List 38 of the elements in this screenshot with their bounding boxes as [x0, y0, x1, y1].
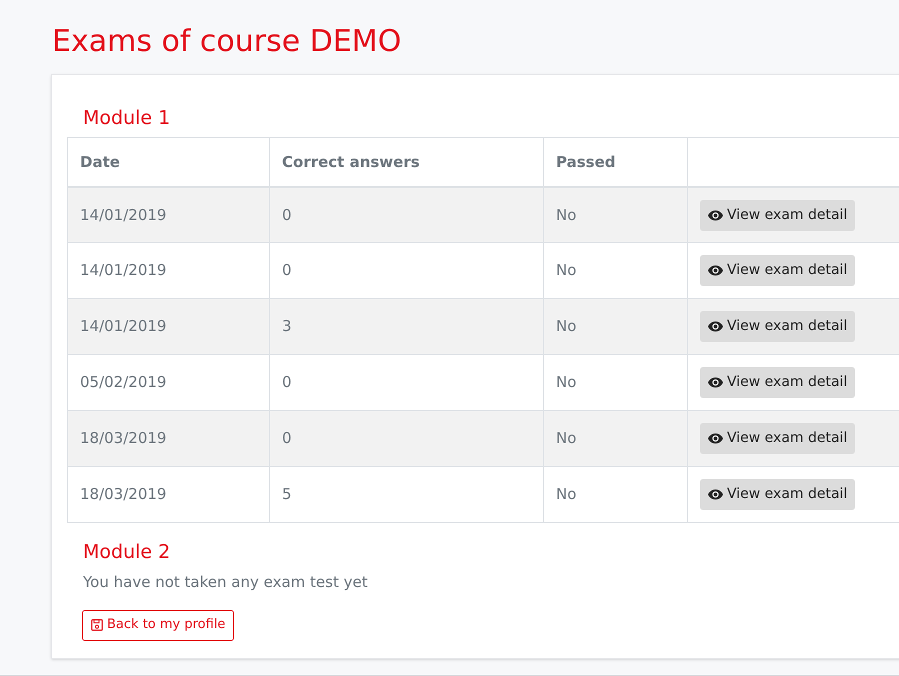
- table-cell: 0: [282, 429, 292, 447]
- eye-icon: [708, 489, 723, 500]
- back-to-profile-button[interactable]: Back to my profile: [82, 610, 234, 640]
- table-cell: No: [556, 317, 576, 335]
- view-exam-detail-button[interactable]: View exam detail: [700, 255, 856, 286]
- eye-icon: [708, 265, 723, 276]
- eye-icon: [708, 210, 723, 220]
- table-cell: 18/03/2019: [80, 429, 166, 447]
- column-header: Passed: [556, 152, 616, 170]
- table-cell: 3: [282, 317, 292, 335]
- view-exam-detail-button[interactable]: View exam detail: [700, 479, 856, 510]
- table-cell: 14/01/2019: [80, 317, 166, 335]
- table-cell: 5: [282, 485, 292, 503]
- view-exam-detail-button[interactable]: View exam detail: [700, 367, 856, 398]
- page-title: Exams of course DEMO: [52, 23, 402, 61]
- table-cell: 0: [282, 373, 292, 391]
- table-cell: 14/01/2019: [80, 261, 166, 279]
- table-cell: 0: [282, 206, 292, 224]
- view-exam-detail-button[interactable]: View exam detail: [700, 423, 856, 454]
- table-cell: No: [556, 373, 576, 391]
- module-heading: Module 1: [83, 106, 172, 131]
- column-header: Date: [80, 152, 120, 170]
- table-cell: 18/03/2019: [80, 485, 166, 503]
- eye-icon: [708, 377, 723, 388]
- table-cell: No: [556, 485, 576, 503]
- empty-message: You have not taken any exam test yet: [83, 572, 369, 593]
- view-exam-detail-button[interactable]: View exam detail: [700, 311, 856, 342]
- table-cell: 05/02/2019: [80, 373, 166, 391]
- column-header: Correct answers: [282, 152, 420, 170]
- module-heading: Module 2: [83, 540, 172, 565]
- eye-icon: [708, 321, 723, 332]
- table-cell: 14/01/2019: [80, 206, 166, 224]
- view-exam-detail-button[interactable]: View exam detail: [700, 200, 856, 230]
- table-cell: No: [556, 261, 576, 279]
- eye-icon: [708, 433, 723, 444]
- table-cell: No: [556, 206, 576, 224]
- table-cell: No: [556, 429, 576, 447]
- table-cell: 0: [282, 261, 292, 279]
